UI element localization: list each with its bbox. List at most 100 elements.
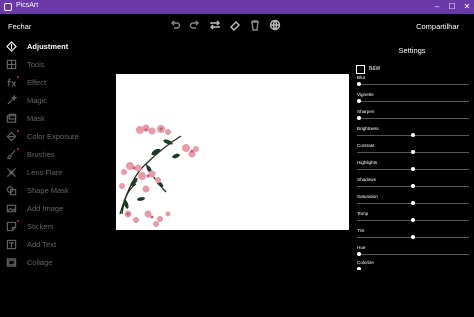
sidebar-item-label: Add Text: [27, 239, 57, 249]
slider-thumb[interactable]: [357, 116, 361, 120]
bottom-area: [0, 270, 474, 317]
slider-highlights[interactable]: Highlights: [357, 160, 469, 174]
share-button[interactable]: Compartilhar: [416, 22, 459, 31]
slider-brightness[interactable]: Brightness: [357, 126, 469, 140]
slider-thumb[interactable]: [357, 252, 361, 256]
lens-flare-icon: [5, 166, 17, 178]
sidebar-item-label: Brushes: [27, 149, 55, 159]
photo-canvas[interactable]: [116, 74, 349, 230]
slider-track[interactable]: [357, 84, 469, 85]
sidebar-item-label: Tools: [27, 59, 45, 69]
eraser-icon[interactable]: [228, 18, 241, 31]
slider-label: Shadows: [357, 177, 376, 182]
slider-sharpen[interactable]: Sharpen: [357, 109, 469, 123]
new-indicator: [17, 220, 19, 222]
effect-fx-icon: [5, 76, 17, 88]
slider-temp[interactable]: Temp: [357, 211, 469, 225]
slider-label: Contrast: [357, 143, 375, 148]
sidebar-item-label: Collage: [27, 257, 53, 267]
edit-toolbar: [168, 18, 281, 34]
adjustment-icon: [5, 40, 17, 52]
globe-icon[interactable]: [268, 18, 281, 31]
flower-photo: [119, 124, 199, 227]
slider-shadows[interactable]: Shadows: [357, 177, 469, 191]
slider-label: Brightness: [357, 126, 379, 131]
sidebar-item-label: Stickers: [27, 221, 54, 231]
bw-label: B&W: [369, 66, 381, 72]
sidebar-item-add-text[interactable]: Add Text: [0, 237, 90, 251]
sidebar-item-lens-flare[interactable]: Lens Flare: [0, 165, 90, 179]
sidebar-item-magic[interactable]: Magic: [0, 93, 90, 107]
new-indicator: [17, 148, 19, 150]
sidebar-item-label: Shape Mask: [27, 185, 69, 195]
tools-sidebar: Adjustment Tools Effect Magic Mask Color…: [0, 38, 90, 268]
collage-icon: [5, 256, 17, 268]
sidebar-item-effect[interactable]: Effect: [0, 75, 90, 89]
top-bar: Fechar Compartilhar: [0, 14, 474, 38]
sidebar-item-label: Add Image: [27, 203, 64, 213]
brushes-icon: [5, 148, 17, 160]
sidebar-item-adjustment[interactable]: Adjustment: [0, 39, 90, 53]
new-indicator: [17, 130, 19, 132]
color-exposure-icon: [5, 130, 17, 142]
slider-thumb[interactable]: [411, 184, 415, 188]
title-bar: PicsArt – ☐ ✕: [0, 0, 474, 14]
settings-heading: Settings: [398, 46, 426, 55]
slider-saturation[interactable]: Saturation: [357, 194, 469, 208]
slider-blur[interactable]: Blur: [357, 75, 469, 89]
sidebar-item-color-exposure[interactable]: Color Exposure: [0, 129, 90, 143]
app-title: PicsArt: [16, 2, 39, 9]
slider-track[interactable]: [357, 118, 469, 119]
sidebar-item-add-image[interactable]: Add Image: [0, 201, 90, 215]
slider-thumb[interactable]: [411, 150, 415, 154]
app-icon: [4, 3, 12, 11]
slider-label: Sharpen: [357, 109, 375, 114]
close-editor-button[interactable]: Fechar: [8, 22, 31, 31]
shape-mask-icon: [5, 184, 17, 196]
sidebar-item-stickers[interactable]: Stickers: [0, 219, 90, 233]
add-image-icon: [5, 202, 17, 214]
sidebar-item-collage[interactable]: Collage: [0, 255, 90, 269]
slider-label: Hue: [357, 245, 366, 250]
slider-label: Colorize: [357, 260, 374, 265]
sidebar-item-brushes[interactable]: Brushes: [0, 147, 90, 161]
sidebar-item-label: Effect: [27, 77, 47, 87]
slider-label: Temp: [357, 211, 369, 216]
slider-label: Highlights: [357, 160, 378, 165]
tools-icon: [5, 58, 17, 70]
slider-track[interactable]: [357, 254, 469, 255]
new-indicator: [17, 76, 19, 78]
sidebar-item-mask[interactable]: Mask: [0, 111, 90, 125]
slider-thumb[interactable]: [411, 201, 415, 205]
slider-contrast[interactable]: Contrast: [357, 143, 469, 157]
mask-icon: [5, 112, 17, 124]
sidebar-item-tools[interactable]: Tools: [0, 57, 90, 71]
sidebar-item-label: Mask: [27, 113, 45, 123]
sidebar-item-label: Adjustment: [27, 41, 69, 51]
slider-hue[interactable]: Hue: [357, 245, 469, 259]
slider-thumb[interactable]: [411, 133, 415, 137]
slider-thumb[interactable]: [411, 235, 415, 239]
undo-icon[interactable]: [168, 18, 181, 31]
add-text-icon: [5, 238, 17, 250]
sidebar-item-label: Magic: [27, 95, 48, 105]
trash-icon[interactable]: [248, 18, 261, 31]
bw-checkbox[interactable]: [356, 65, 365, 74]
slider-label: Tint: [357, 228, 365, 233]
repeat-icon[interactable]: [208, 18, 221, 31]
slider-vignette[interactable]: Vignette: [357, 92, 469, 106]
slider-label: Saturation: [357, 194, 378, 199]
slider-thumb[interactable]: [357, 82, 361, 86]
slider-thumb[interactable]: [357, 99, 361, 103]
sidebar-item-label: Color Exposure: [27, 131, 79, 141]
slider-thumb[interactable]: [411, 167, 415, 171]
slider-track[interactable]: [357, 101, 469, 102]
slider-thumb[interactable]: [411, 218, 415, 222]
settings-panel: Settings B&W Blur Vignette Sharpen Brigh…: [352, 38, 472, 271]
slider-label: Vignette: [357, 92, 374, 97]
sidebar-item-shape-mask[interactable]: Shape Mask: [0, 183, 90, 197]
slider-tint[interactable]: Tint: [357, 228, 469, 242]
redo-icon[interactable]: [188, 18, 201, 31]
magic-icon: [5, 94, 17, 106]
close-button[interactable]: ✕: [458, 0, 474, 14]
